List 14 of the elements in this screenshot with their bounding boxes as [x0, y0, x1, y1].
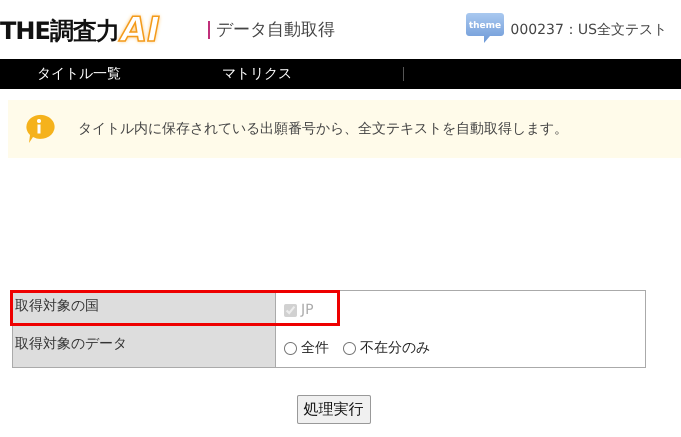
logo: THE調査力AI [0, 12, 162, 46]
notice-text: タイトル内に保存されている出願番号から、全文テキストを自動取得します。 [78, 120, 568, 138]
radio-button[interactable] [284, 342, 297, 354]
option-label: 不在分のみ [360, 339, 430, 357]
theme-badge: theme [466, 12, 504, 42]
project-name: 000237：US全文テスト [510, 20, 667, 38]
radio-button[interactable] [343, 342, 356, 354]
field-label: 取得対象のデータ [13, 329, 276, 367]
nav-link[interactable]: マトリクス [185, 65, 370, 83]
page-title: データ自動取得 [208, 20, 335, 38]
nav-link[interactable]: タイトル一覧 [0, 65, 185, 83]
run-button[interactable]: 処理実行 [296, 395, 370, 424]
option-label: 全件 [301, 339, 329, 357]
option-label: JP [301, 302, 314, 318]
